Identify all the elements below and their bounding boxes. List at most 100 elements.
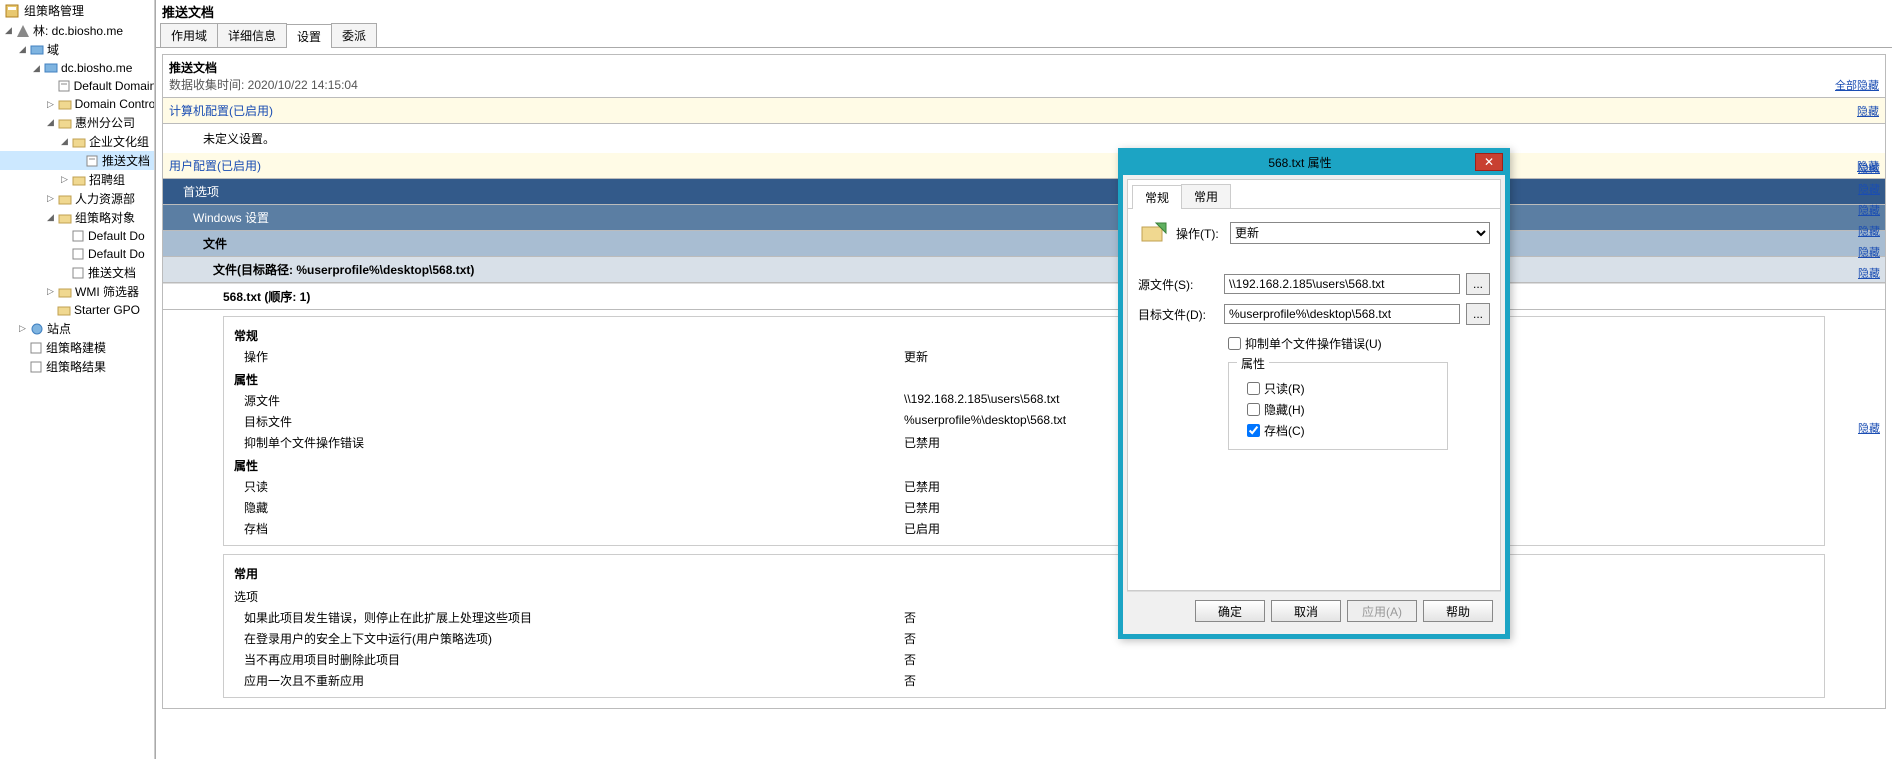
gpo-icon: [70, 246, 86, 262]
gpmc-icon: [4, 3, 20, 19]
folder-icon: [56, 302, 72, 318]
expand-icon[interactable]: ▷: [46, 286, 55, 297]
app-title: 组策略管理: [0, 0, 154, 21]
tree-qywh[interactable]: ◢ 企业文化组: [0, 132, 154, 151]
tree-domains[interactable]: ◢ 域: [0, 40, 154, 59]
kv-key: 源文件: [234, 392, 904, 409]
tree-modeling[interactable]: 组策略建模: [0, 338, 154, 357]
tree-results[interactable]: 组策略结果: [0, 357, 154, 376]
hide-link-4[interactable]: 隐藏: [1858, 223, 1880, 239]
tree-label: 组策略结果: [46, 358, 106, 375]
browse-src-button[interactable]: ...: [1466, 273, 1490, 295]
suppress-checkbox[interactable]: [1228, 337, 1241, 350]
tab-delegation[interactable]: 委派: [331, 23, 377, 47]
user-config-bar[interactable]: 用户配置(已启用) 隐藏: [163, 153, 1885, 179]
collapse-icon[interactable]: ◢: [46, 212, 55, 223]
tree-gpo1[interactable]: Default Do: [0, 227, 154, 245]
computer-config-bar[interactable]: 计算机配置(已启用) 隐藏: [163, 98, 1885, 124]
tree-zhaopin[interactable]: ▷ 招聘组: [0, 170, 154, 189]
tree-gpo3[interactable]: 推送文档: [0, 263, 154, 282]
tree-default-domain[interactable]: Default Domain: [0, 77, 154, 95]
tab-settings[interactable]: 设置: [286, 24, 332, 48]
tree-push-doc[interactable]: 推送文档: [0, 151, 154, 170]
ou-icon: [71, 134, 87, 150]
src-input[interactable]: [1224, 274, 1460, 294]
dialog-tab-common[interactable]: 常用: [1181, 184, 1231, 208]
tree-gpo2[interactable]: Default Do: [0, 245, 154, 263]
hide-link-6[interactable]: 隐藏: [1858, 265, 1880, 281]
kv-key: 存档: [234, 520, 904, 537]
expand-icon[interactable]: ▷: [46, 99, 55, 110]
dialog-titlebar[interactable]: 568.txt 属性 ✕: [1119, 149, 1509, 175]
hide-link-3[interactable]: 隐藏: [1858, 202, 1880, 218]
report-icon: [28, 359, 44, 375]
cancel-button[interactable]: 取消: [1271, 600, 1341, 622]
tree-domain-controllers[interactable]: ▷ Domain Contro: [0, 95, 154, 113]
general-header: 常规: [234, 323, 1814, 346]
win-settings-bar[interactable]: Windows 设置: [163, 205, 1885, 231]
kv-key: 操作: [234, 348, 904, 365]
collapse-icon[interactable]: ◢: [32, 63, 41, 74]
src-label: 源文件(S):: [1138, 276, 1218, 293]
tab-details[interactable]: 详细信息: [217, 23, 287, 47]
dst-input[interactable]: [1224, 304, 1460, 324]
tree-label: 组策略对象: [75, 209, 135, 226]
close-button[interactable]: ✕: [1475, 153, 1503, 171]
readonly-checkbox[interactable]: [1247, 382, 1260, 395]
tree-sites[interactable]: ▷ 站点: [0, 319, 154, 338]
collapse-icon[interactable]: ◢: [60, 136, 69, 147]
domain-icon: [43, 60, 59, 76]
files-bar[interactable]: 文件: [163, 231, 1885, 257]
gpo-icon: [70, 228, 86, 244]
tree-wmi[interactable]: ▷ WMI 筛选器: [0, 282, 154, 301]
tab-scope[interactable]: 作用域: [160, 23, 218, 47]
dst-label: 目标文件(D):: [1138, 306, 1218, 323]
report-icon: [28, 340, 44, 356]
tree-label: 企业文化组: [89, 133, 149, 150]
tree-label: 推送文档: [102, 152, 150, 169]
ok-button[interactable]: 确定: [1195, 600, 1265, 622]
tree-starter[interactable]: Starter GPO: [0, 301, 154, 319]
all-hide-link[interactable]: 全部隐藏: [1835, 80, 1879, 92]
undefined-text: 未定义设置。: [203, 132, 275, 146]
tree-hr[interactable]: ▷ 人力资源部: [0, 189, 154, 208]
options-header: 选项: [234, 584, 1814, 607]
file-target-bar[interactable]: 文件(目标路径: %userprofile%\desktop\568.txt): [163, 257, 1885, 283]
tree-label: 林: dc.biosho.me: [33, 22, 123, 39]
ou-icon: [57, 96, 73, 112]
dialog-tab-general[interactable]: 常规: [1132, 185, 1182, 209]
action-select[interactable]: 更新: [1230, 222, 1490, 244]
collapse-icon[interactable]: ◢: [18, 44, 27, 55]
section-label: 文件(目标路径: %userprofile%\desktop\568.txt): [213, 261, 474, 278]
browse-dst-button[interactable]: ...: [1466, 303, 1490, 325]
tree-forest[interactable]: ◢ 林: dc.biosho.me: [0, 21, 154, 40]
filter-icon: [57, 284, 73, 300]
collapse-icon[interactable]: ◢: [46, 117, 55, 128]
file-action-icon: [1138, 219, 1170, 247]
expand-icon[interactable]: ▷: [46, 193, 55, 204]
tree-label: Default Domain: [74, 79, 154, 93]
ou-icon: [71, 172, 87, 188]
file-item-bar[interactable]: 568.txt (顺序: 1): [163, 283, 1885, 310]
page-title: 推送文档: [156, 0, 1892, 23]
section-label: 用户配置(已启用): [169, 157, 261, 174]
hide-link[interactable]: 隐藏: [1857, 103, 1879, 119]
tree-domain[interactable]: ◢ dc.biosho.me: [0, 59, 154, 77]
archive-checkbox[interactable]: [1247, 424, 1260, 437]
tree-gpo-objects[interactable]: ◢ 组策略对象: [0, 208, 154, 227]
tree-label: Domain Contro: [75, 97, 154, 111]
hide-link-5[interactable]: 隐藏: [1858, 244, 1880, 260]
prefs-bar[interactable]: 首选项: [163, 179, 1885, 205]
apply-button[interactable]: 应用(A): [1347, 600, 1417, 622]
action-label: 操作(T):: [1176, 225, 1224, 242]
hide-link-1[interactable]: 隐藏: [1858, 160, 1880, 176]
hide-link-7[interactable]: 隐藏: [1858, 423, 1880, 435]
tree-huizhou[interactable]: ◢ 惠州分公司: [0, 113, 154, 132]
expand-icon[interactable]: ▷: [60, 174, 69, 185]
expand-icon[interactable]: ▷: [18, 323, 27, 334]
tree-label: dc.biosho.me: [61, 61, 132, 75]
help-button[interactable]: 帮助: [1423, 600, 1493, 622]
hide-link-2[interactable]: 隐藏: [1858, 181, 1880, 197]
collapse-icon[interactable]: ◢: [4, 25, 13, 36]
hidden-checkbox[interactable]: [1247, 403, 1260, 416]
